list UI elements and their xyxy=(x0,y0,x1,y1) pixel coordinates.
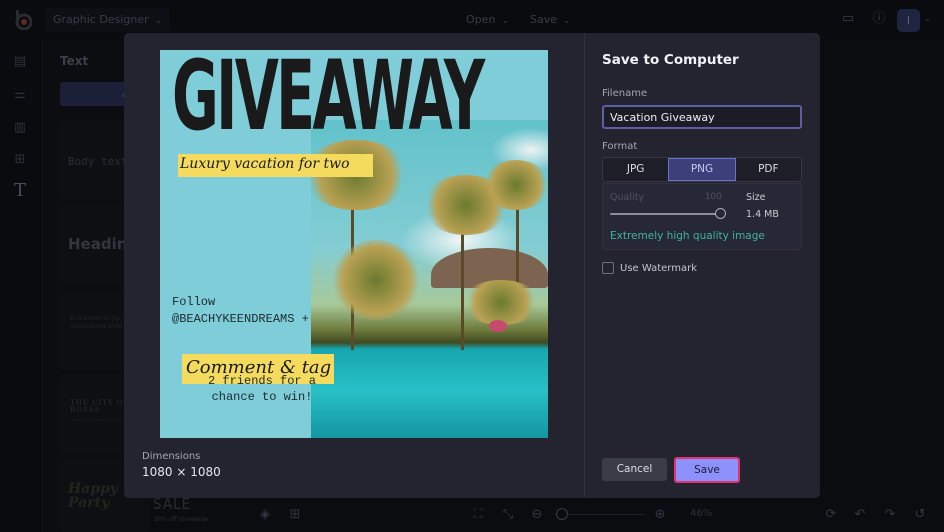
chevron-down-icon: ⌄ xyxy=(501,16,509,26)
grid-icon[interactable]: ⊞ xyxy=(287,507,303,523)
redo-icon[interactable]: ↷ xyxy=(882,507,898,523)
avatar[interactable]: I xyxy=(897,9,920,32)
save-button[interactable]: Save xyxy=(674,457,740,483)
fit-screen-icon[interactable]: ⛶ xyxy=(470,507,486,523)
flowers xyxy=(489,320,507,332)
template-label: THE CITY OF ROSES xyxy=(70,399,130,414)
size-value: 1.4 MB xyxy=(746,209,779,220)
open-menu-label: Open xyxy=(466,13,496,26)
save-menu-label: Save xyxy=(530,13,558,26)
chevron-down-icon: ⌄ xyxy=(154,16,163,26)
befunky-logo-icon[interactable] xyxy=(14,10,32,30)
poster-friends-text: 2 friends for a chance to win! xyxy=(206,373,318,405)
format-selector: JPG PNG PDF xyxy=(602,157,802,182)
size-label: Size xyxy=(746,192,766,203)
zoom-slider[interactable] xyxy=(555,514,645,515)
format-png[interactable]: PNG xyxy=(668,158,736,181)
project-name: Graphic Designer xyxy=(53,13,149,26)
poster-subtitle: Luxury vacation for two xyxy=(180,156,350,172)
format-jpg[interactable]: JPG xyxy=(603,158,668,181)
quality-slider-handle[interactable] xyxy=(715,208,726,219)
zoom-slider-handle[interactable] xyxy=(556,508,568,520)
layouts-icon[interactable]: ▥ xyxy=(12,120,28,136)
undo-icon[interactable]: ↶ xyxy=(852,507,868,523)
palm-fronds xyxy=(461,280,541,325)
chevron-down-icon[interactable]: ⌄ xyxy=(924,14,931,23)
graphics-icon[interactable]: ⊞ xyxy=(12,152,28,168)
quality-label: Quality xyxy=(610,192,644,203)
filename-input[interactable] xyxy=(602,105,802,129)
quality-slider[interactable] xyxy=(610,213,720,215)
zoom-in-icon[interactable]: ⊕ xyxy=(652,507,668,523)
poster-subtitle-band: Luxury vacation for two xyxy=(178,154,373,177)
templates-icon[interactable]: ▤ xyxy=(12,54,28,70)
save-menu-button[interactable]: Save ⌄ xyxy=(530,8,571,32)
open-menu-button[interactable]: Open ⌄ xyxy=(466,8,509,32)
canvas-sale-subtext: 20% off storewide xyxy=(154,516,209,523)
dialog-divider xyxy=(584,33,585,498)
tool-rail: ▤ ⚌ ▥ ⊞ T xyxy=(0,40,42,532)
comments-icon[interactable]: ▭ xyxy=(840,11,856,27)
palm-fronds xyxy=(331,240,421,320)
text-icon[interactable]: T xyxy=(12,182,28,200)
quality-note: Extremely high quality image xyxy=(610,230,765,242)
format-label: Format xyxy=(602,141,638,152)
app-root: Graphic Designer ⌄ Open ⌄ Save ⌄ ▭ ⓘ I ⌄ ▤ … xyxy=(0,0,944,532)
actual-size-icon[interactable]: ⤡ xyxy=(500,507,516,523)
checkbox-icon[interactable] xyxy=(602,262,614,274)
refresh-icon[interactable]: ⟳ xyxy=(823,507,839,523)
poster-headline: GIVEAWAY xyxy=(172,50,485,152)
customize-icon[interactable]: ⚌ xyxy=(12,87,28,103)
layers-icon[interactable]: ◈ xyxy=(257,507,273,523)
quality-section: Quality 100 Size 1.4 MB Extremely high q… xyxy=(602,183,802,250)
zoom-out-icon[interactable]: ⊖ xyxy=(529,507,545,523)
follow-line-2: @BEACHYKEENDREAMS + xyxy=(172,312,309,326)
dimensions-label: Dimensions xyxy=(142,451,201,462)
palm-fronds xyxy=(481,160,548,210)
follow-line-1: Follow xyxy=(172,295,216,309)
history-icon[interactable]: ↺ xyxy=(912,507,928,523)
watermark-checkbox[interactable]: Use Watermark xyxy=(602,262,697,274)
panel-title: Text xyxy=(60,54,89,68)
dimensions-value: 1080 × 1080 xyxy=(142,465,221,479)
cancel-button[interactable]: Cancel xyxy=(602,458,667,481)
filename-label: Filename xyxy=(602,88,648,99)
dialog-title: Save to Computer xyxy=(602,52,739,68)
format-pdf[interactable]: PDF xyxy=(736,158,801,181)
friends-line-2: chance to win! xyxy=(211,390,313,404)
preview-image: GIVEAWAY Luxury vacation for two Follow … xyxy=(160,50,548,438)
quality-value[interactable]: 100 xyxy=(698,192,722,202)
help-icon[interactable]: ⓘ xyxy=(871,11,887,27)
zoom-percent: 46% xyxy=(690,508,713,519)
watermark-label: Use Watermark xyxy=(620,262,698,274)
project-menu[interactable]: Graphic Designer ⌄ xyxy=(45,8,171,32)
save-dialog: GIVEAWAY Luxury vacation for two Follow … xyxy=(124,33,820,498)
chevron-down-icon: ⌄ xyxy=(563,16,571,26)
friends-line-1: 2 friends for a xyxy=(207,374,317,388)
poster-follow-text: Follow @BEACHYKEENDREAMS + xyxy=(172,294,309,328)
